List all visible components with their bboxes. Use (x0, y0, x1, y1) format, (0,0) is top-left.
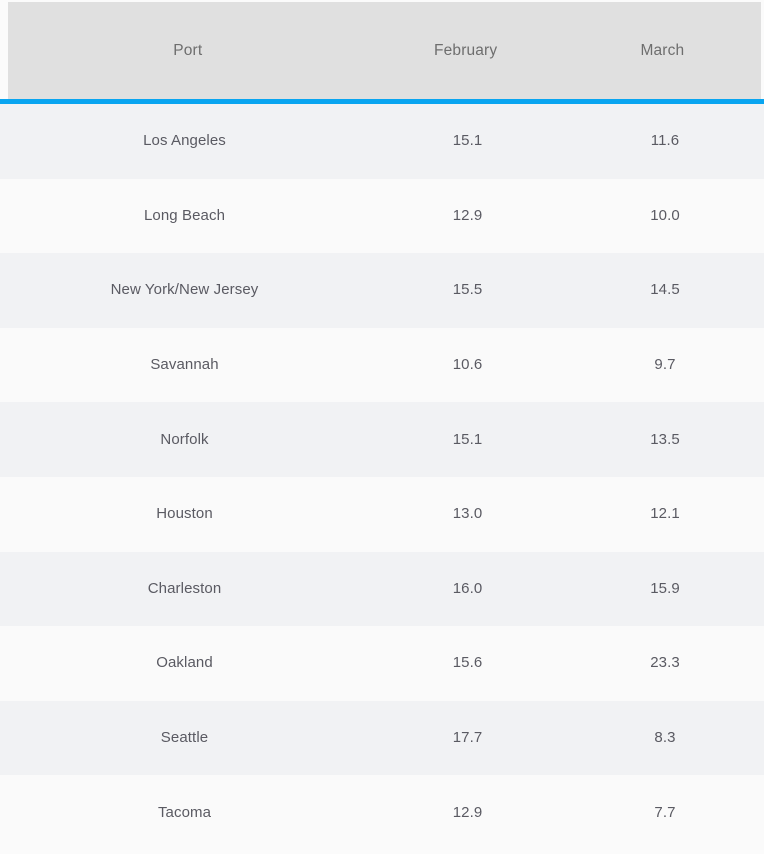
cell-february-value: 12.9 (452, 206, 483, 224)
cell-february-value: 13.0 (452, 505, 483, 523)
cell-february-value: 16.0 (452, 579, 483, 597)
table-header-band: Port February March (8, 2, 761, 99)
cell-february: 15.1 (369, 431, 566, 449)
cell-march-value: 11.6 (650, 132, 680, 150)
cell-port: Long Beach (0, 207, 369, 225)
cell-february: 17.7 (369, 729, 566, 747)
cell-february: 13.0 (369, 505, 566, 523)
cell-march: 8.3 (566, 729, 764, 747)
cell-port: Houston (0, 505, 369, 523)
cell-february-value: 15.6 (452, 654, 483, 672)
column-header-port-label: Port (173, 41, 203, 59)
cell-march: 23.3 (566, 654, 764, 672)
table-row[interactable]: Long Beach 12.9 10.0 (0, 178, 764, 254)
column-header-february-label: February (434, 41, 498, 59)
cell-march-value: 13.5 (650, 430, 680, 448)
cell-march: 14.5 (566, 281, 764, 299)
cell-february-value: 15.1 (452, 132, 483, 150)
cell-port: Savannah (0, 356, 369, 374)
cell-port-value: Tacoma (157, 803, 212, 821)
cell-february-value: 10.6 (452, 356, 483, 374)
table-row[interactable]: Tacoma 12.9 7.7 (0, 775, 764, 850)
cell-february-value: 15.5 (452, 281, 483, 299)
cell-port: New York/New Jersey (0, 281, 369, 299)
cell-march-value: 15.9 (650, 579, 680, 597)
cell-march-value: 8.3 (654, 729, 676, 747)
cell-march: 9.7 (566, 356, 764, 374)
cell-march: 12.1 (566, 505, 764, 523)
cell-port: Tacoma (0, 804, 369, 822)
cell-february: 16.0 (369, 580, 566, 598)
port-metrics-table: Port February March Los Angeles 15.1 11.… (0, 0, 764, 854)
cell-port: Los Angeles (0, 132, 369, 150)
table-row[interactable]: Oakland 15.6 23.3 (0, 626, 764, 701)
column-header-march[interactable]: March (564, 42, 761, 60)
cell-february: 10.6 (369, 356, 566, 374)
cell-port-value: Seattle (160, 729, 209, 747)
table-header: Port February March (0, 0, 764, 99)
cell-march: 15.9 (566, 580, 764, 598)
cell-port-value: Savannah (150, 356, 219, 374)
cell-march: 7.7 (566, 804, 764, 822)
table-row[interactable]: Seattle 17.7 8.3 (0, 700, 764, 776)
table-row[interactable]: Norfolk 15.1 13.5 (0, 402, 764, 477)
table-row[interactable]: Savannah 10.6 9.7 (0, 327, 764, 403)
cell-march-value: 12.1 (650, 505, 680, 523)
cell-february: 15.5 (369, 281, 566, 299)
table-row[interactable]: Los Angeles 15.1 11.6 (0, 104, 764, 179)
cell-port-value: Houston (156, 505, 213, 523)
cell-february-value: 17.7 (452, 729, 483, 747)
cell-march-value: 23.3 (650, 654, 680, 672)
cell-port-value: Los Angeles (143, 132, 226, 150)
cell-march-value: 14.5 (650, 281, 680, 299)
cell-port: Seattle (0, 729, 369, 747)
column-header-march-label: March (640, 41, 685, 59)
cell-port-value: Charleston (147, 579, 222, 597)
cell-port: Oakland (0, 654, 369, 672)
table-row[interactable]: Charleston 16.0 15.9 (0, 551, 764, 627)
cell-february-value: 12.9 (452, 803, 483, 821)
cell-march-value: 9.7 (654, 356, 676, 374)
cell-port: Norfolk (0, 431, 369, 449)
cell-march: 13.5 (566, 431, 764, 449)
cell-february: 15.6 (369, 654, 566, 672)
table-row[interactable]: Houston 13.0 12.1 (0, 476, 764, 552)
cell-february: 12.9 (369, 804, 566, 822)
cell-port: Charleston (0, 580, 369, 598)
cell-port-value: Long Beach (143, 206, 226, 224)
table-row[interactable]: New York/New Jersey 15.5 14.5 (0, 253, 764, 328)
cell-port-value: Norfolk (160, 430, 209, 448)
cell-march: 10.0 (566, 207, 764, 225)
table-body: Los Angeles 15.1 11.6 Long Beach 12.9 10… (0, 99, 764, 850)
cell-february-value: 15.1 (452, 430, 483, 448)
cell-march-value: 10.0 (650, 206, 680, 224)
cell-port-value: Oakland (156, 654, 213, 672)
column-header-port[interactable]: Port (8, 42, 368, 60)
cell-port-value: New York/New Jersey (110, 281, 259, 299)
cell-february: 12.9 (369, 207, 566, 225)
cell-march-value: 7.7 (654, 803, 676, 821)
cell-march: 11.6 (566, 132, 764, 150)
header-accent-rule (0, 99, 764, 104)
column-header-february[interactable]: February (368, 42, 564, 60)
cell-february: 15.1 (369, 132, 566, 150)
